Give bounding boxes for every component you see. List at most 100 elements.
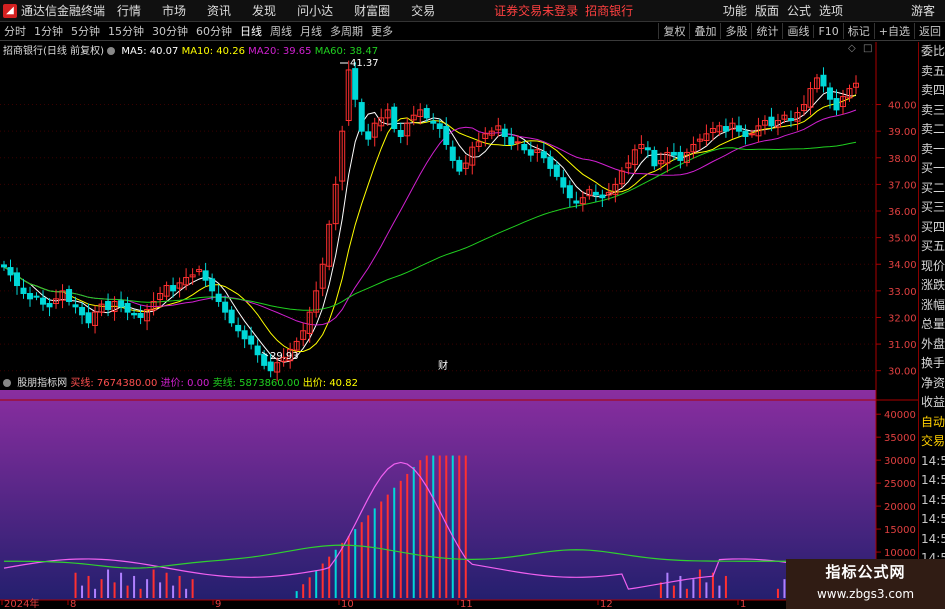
candle-body	[735, 125, 742, 132]
indicator-bar	[360, 522, 363, 598]
candle-body	[423, 108, 430, 119]
right-panel-item-11: 现价	[921, 258, 945, 273]
candle-body	[7, 267, 14, 276]
right-panel-item-7: 买二	[921, 180, 945, 195]
indicator-bar	[367, 515, 370, 598]
price-grid	[0, 104, 876, 372]
price-tick-label: 40.00	[888, 101, 917, 112]
indicator-bar	[386, 494, 389, 598]
indicator-bar	[328, 556, 331, 598]
kline-chart[interactable]: 40.00 39.00 38.00 37.00 36.00 35.00 34.00 33.00…	[0, 0, 945, 609]
candle-body	[644, 147, 651, 151]
indicator-tick-label: 25000	[884, 479, 916, 490]
indicator-bar	[74, 572, 77, 598]
candle-body	[20, 287, 27, 295]
indicator-bar	[172, 585, 175, 598]
indicator-axis: 400003500030000250002000015000100005000	[876, 410, 916, 582]
indicator-bar	[425, 455, 428, 598]
expand-square-icon[interactable]: □	[863, 43, 872, 54]
right-panel-item-17: 净资	[921, 375, 945, 390]
indicator-tick-label: 35000	[884, 433, 916, 444]
date-tick-label: 2024年	[4, 597, 39, 609]
price-tick-label: 37.00	[888, 180, 917, 191]
moving-average-lines	[3, 90, 857, 363]
price-tick-label: 30.00	[888, 367, 917, 378]
indicator-bar	[432, 455, 435, 598]
candle-body	[352, 68, 359, 100]
indicator-bar	[380, 501, 383, 598]
indicator-bar	[698, 569, 701, 598]
settings-gear-icon[interactable]	[107, 47, 116, 55]
right-panel-item-20: 交易	[921, 434, 945, 448]
indicator-name: 股朋指标网	[17, 378, 68, 389]
indicator-bar	[321, 563, 324, 598]
date-tick-label: 8	[70, 599, 76, 609]
right-panel-item-24: 14:56	[921, 512, 945, 526]
sell-line-value: 卖线: 5873860.00	[212, 378, 300, 389]
indicator-bar	[419, 460, 422, 598]
indicator-bar	[159, 582, 162, 598]
ma60-line	[3, 141, 857, 311]
candle-body	[358, 102, 365, 132]
candle-body	[40, 297, 47, 305]
candle-body	[449, 146, 456, 161]
indicator-bar	[308, 577, 311, 598]
indicator-bar	[295, 591, 298, 598]
right-panel-item-13: 涨幅	[921, 297, 945, 312]
indicator-info: 股朋指标网 买线: 7674380.00 进价: 0.00 卖线: 587386…	[3, 374, 358, 389]
candle-body	[820, 74, 827, 87]
indicator-gear-icon[interactable]	[3, 379, 11, 387]
candle-body	[553, 164, 560, 177]
indicator-tick-label: 10000	[884, 548, 916, 559]
indicator-bar	[165, 572, 168, 598]
right-quote-panel: 委比 卖五 卖四 卖三 卖二 卖一 买一 买二 买三 买四 买五 现价 涨跌 涨幅 总量 外盘 换手 净资 收益 自动…	[918, 42, 945, 609]
indicator-bar	[464, 455, 467, 598]
indicator-bar	[191, 579, 194, 598]
candle-body	[443, 126, 450, 145]
candle-body	[1, 264, 7, 268]
indicator-bar	[152, 569, 155, 598]
ma20-value: MA20: 39.65	[248, 46, 312, 57]
candle-body	[787, 118, 794, 122]
right-panel-item-19: 自动	[921, 414, 945, 429]
candle-body	[436, 123, 443, 130]
candle-body	[222, 301, 229, 313]
candle-body	[677, 151, 684, 161]
indicator-bar	[341, 542, 344, 598]
candle-body	[170, 285, 177, 292]
watermark-url: www.zbgs3.com	[816, 587, 915, 601]
collapse-diamond-icon[interactable]: ◇	[848, 43, 856, 54]
chart-title: 招商银行(日线 前复权)	[3, 46, 104, 57]
candle-body	[501, 128, 508, 137]
indicator-bar	[302, 584, 305, 598]
candle-body	[508, 136, 515, 145]
candle-body	[742, 130, 749, 137]
indicator-tick-label: 30000	[884, 456, 916, 467]
candle-body	[566, 185, 573, 199]
right-panel-item-3: 卖三	[921, 102, 945, 117]
indicator-bar	[666, 572, 669, 598]
indicator-bar	[451, 455, 454, 598]
right-panel-item-22: 14:56	[921, 473, 945, 487]
low-price-label: 29.93	[270, 351, 299, 362]
right-panel-item-5: 卖一	[921, 141, 945, 156]
right-panel-item-15: 外盘	[921, 336, 945, 351]
buy-line-value: 买线: 7674380.00	[70, 378, 158, 389]
candle-body	[79, 306, 86, 316]
indicator-bar	[315, 570, 318, 598]
ma20-line	[3, 109, 857, 326]
right-panel-item-9: 买四	[921, 219, 945, 234]
candle-body	[241, 330, 248, 340]
indicator-bar	[705, 582, 708, 598]
date-tick-label: 9	[215, 599, 221, 609]
date-tick-label: 11	[460, 599, 473, 609]
candle-body	[131, 312, 138, 316]
candle-body	[456, 159, 463, 172]
ma5-value: MA5: 40.07	[121, 46, 179, 57]
finance-marker[interactable]: 财	[438, 359, 448, 372]
candle-body	[228, 309, 235, 324]
right-panel-item-25: 14:56	[921, 531, 945, 546]
indicator-bar	[659, 582, 662, 598]
candle-body	[118, 300, 125, 308]
indicator-bar	[100, 579, 103, 598]
